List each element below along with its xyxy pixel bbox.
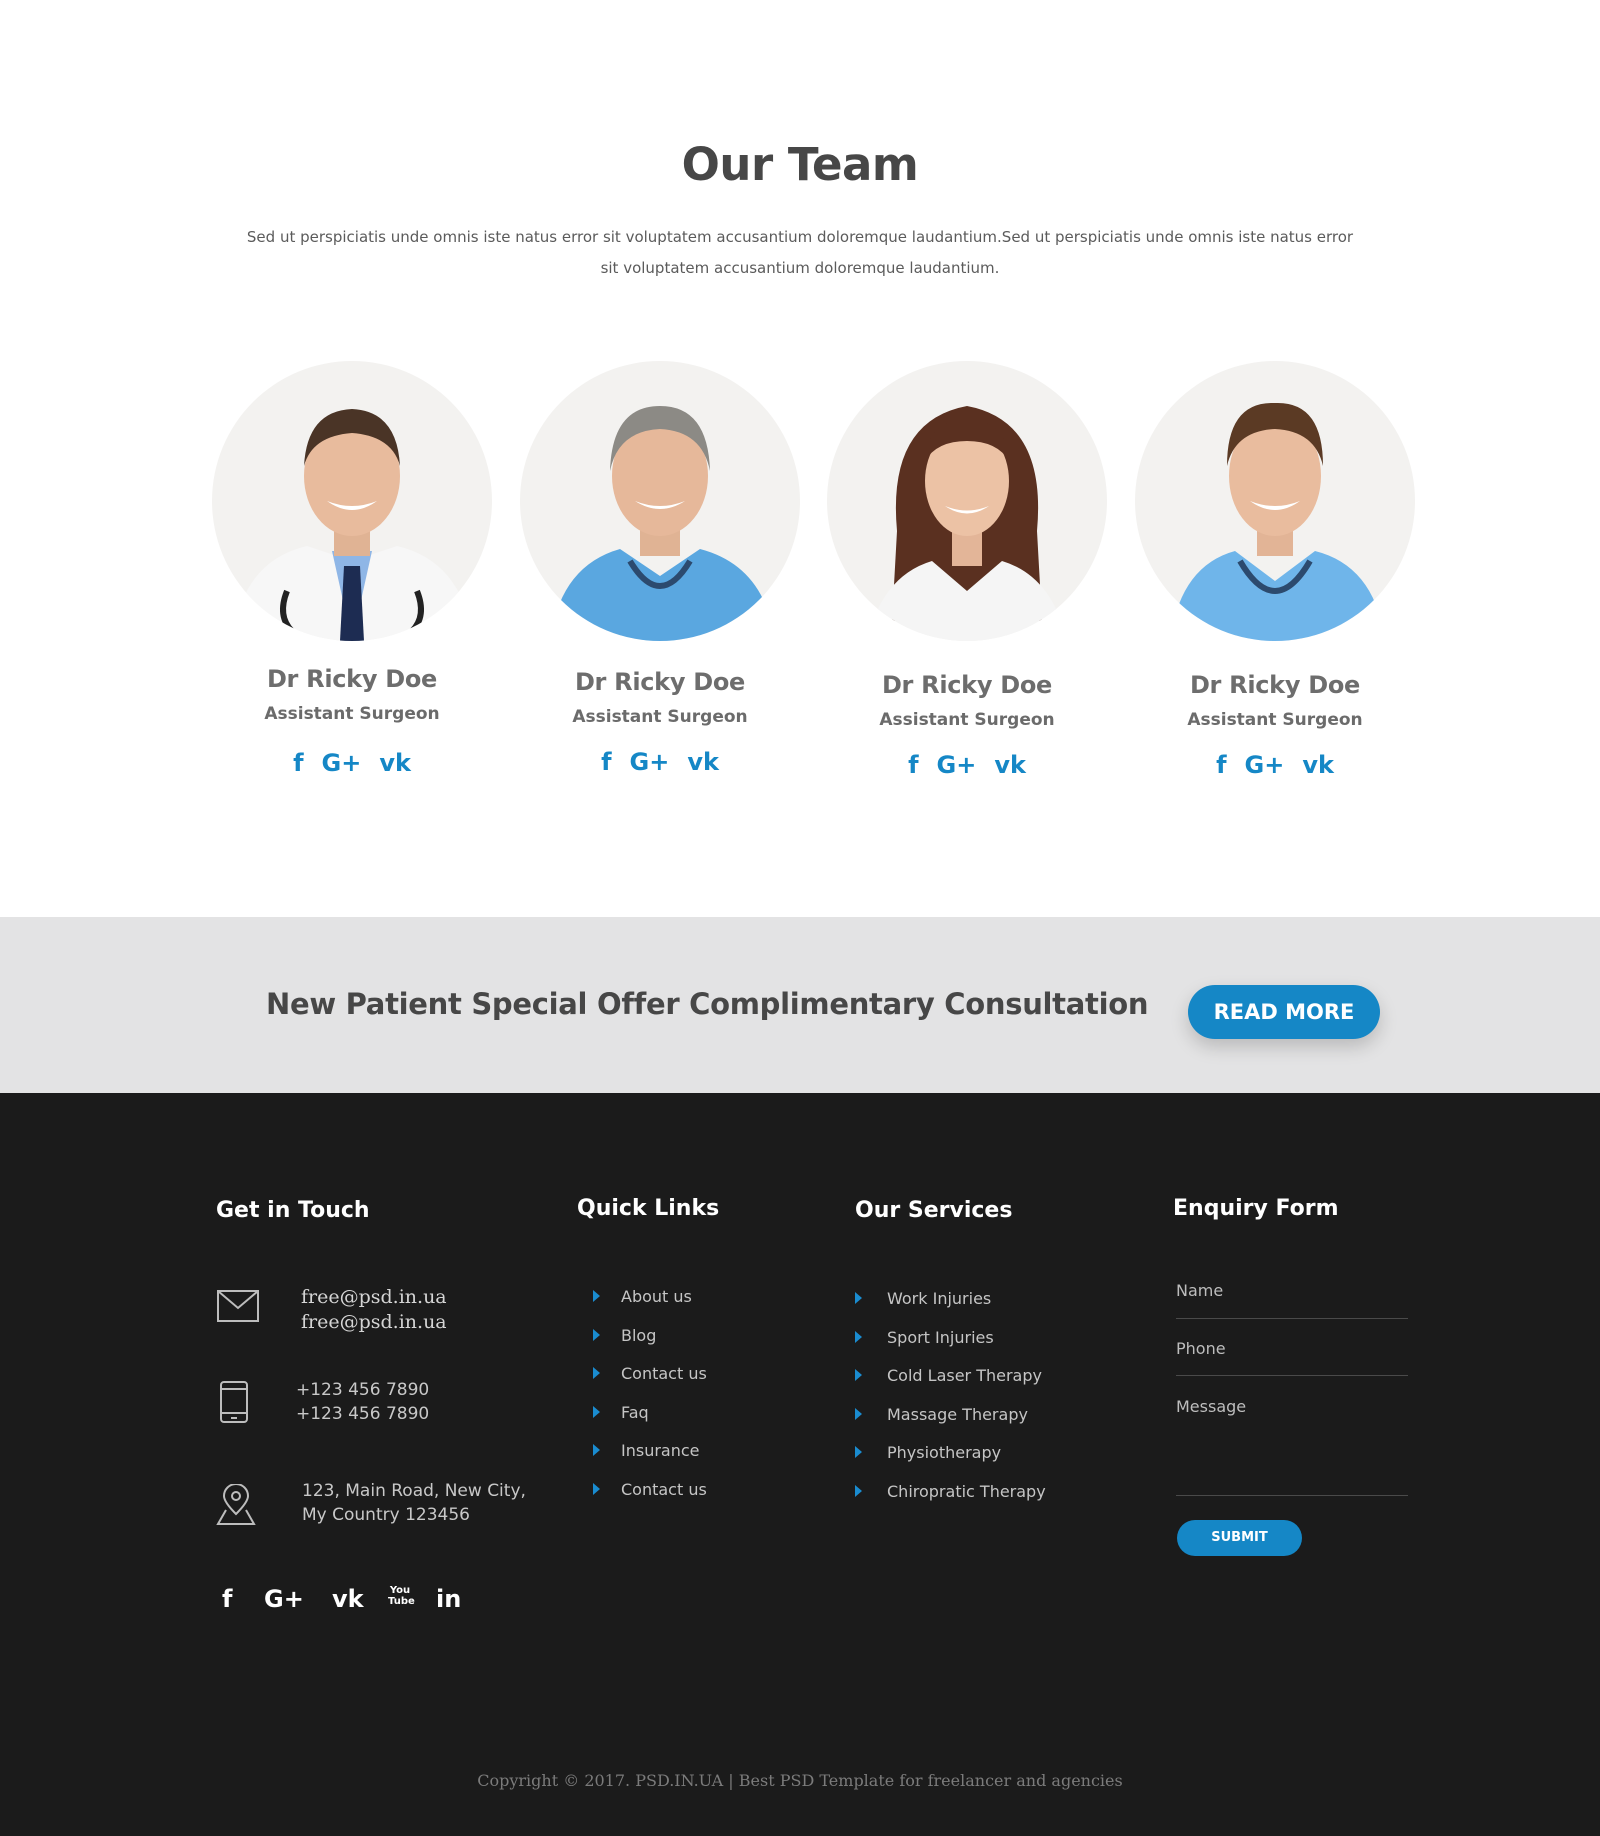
team-member-card: Dr Ricky Doe Assistant Surgeon f G+ vk <box>212 361 492 778</box>
contact-email[interactable]: free@psd.in.ua <box>301 1310 447 1334</box>
team-description: Sed ut perspiciatis unde omnis iste natu… <box>246 228 1354 277</box>
vk-icon[interactable]: vk <box>1302 751 1334 779</box>
member-name: Dr Ricky Doe <box>881 671 1053 699</box>
offer-text: New Patient Special Offer Complimentary … <box>266 987 1149 1021</box>
read-more-button[interactable]: READ MORE <box>1188 985 1380 1039</box>
facebook-icon[interactable]: f <box>601 748 611 776</box>
facebook-icon[interactable]: f <box>908 751 918 779</box>
facebook-icon[interactable]: f <box>1216 751 1226 779</box>
google-plus-icon[interactable]: G+ <box>264 1585 304 1613</box>
google-plus-icon[interactable]: G+ <box>937 751 977 779</box>
envelope-icon <box>217 1290 259 1327</box>
our-services-heading: Our Services <box>855 1198 1013 1223</box>
caret-right-icon <box>593 1444 600 1456</box>
caret-right-icon <box>855 1407 862 1420</box>
caret-right-icon <box>593 1405 600 1418</box>
copyright-text: Copyright © 2017. PSD.IN.UA | Best PSD T… <box>477 1771 1123 1790</box>
caret-right-icon <box>593 1482 600 1495</box>
caret-right-icon <box>855 1484 862 1497</box>
submit-button[interactable]: SUBMIT <box>1177 1520 1302 1556</box>
facebook-icon[interactable]: f <box>222 1585 232 1613</box>
linkedin-icon[interactable]: in <box>436 1585 461 1613</box>
member-social-links: f G+ vk <box>520 747 800 777</box>
mobile-phone-icon <box>220 1381 248 1428</box>
google-plus-icon[interactable]: G+ <box>630 748 670 776</box>
member-role: Assistant Surgeon <box>1187 710 1363 730</box>
name-field[interactable]: Name <box>1176 1281 1408 1319</box>
member-social-links: f G+ vk <box>212 748 492 778</box>
quick-links-heading: Quick Links <box>577 1196 720 1221</box>
member-role: Assistant Surgeon <box>572 707 748 727</box>
member-role: Assistant Surgeon <box>879 710 1055 730</box>
vk-icon[interactable]: vk <box>994 751 1026 779</box>
map-pin-icon <box>216 1483 256 1531</box>
team-title: Our Team <box>681 138 919 191</box>
contact-email[interactable]: free@psd.in.ua <box>301 1285 447 1309</box>
facebook-icon[interactable]: f <box>293 749 303 777</box>
phone-field[interactable]: Phone <box>1176 1339 1408 1376</box>
member-name: Dr Ricky Doe <box>1189 671 1361 699</box>
caret-right-icon <box>855 1446 862 1458</box>
vk-icon[interactable]: vk <box>332 1585 364 1613</box>
offer-banner: New Patient Special Offer Complimentary … <box>0 917 1600 1093</box>
google-plus-icon[interactable]: G+ <box>322 749 362 777</box>
enquiry-form-heading: Enquiry Form <box>1173 1196 1339 1221</box>
member-photo <box>827 361 1107 641</box>
caret-right-icon <box>855 1292 862 1304</box>
contact-phone[interactable]: +123 456 7890 <box>296 1378 429 1402</box>
member-photo <box>212 361 492 641</box>
member-social-links: f G+ vk <box>827 750 1107 780</box>
vk-icon[interactable]: vk <box>379 749 411 777</box>
caret-right-icon <box>855 1330 862 1343</box>
team-member-card: Dr Ricky Doe Assistant Surgeon f G+ vk <box>1135 361 1415 780</box>
message-field[interactable]: Message <box>1176 1397 1408 1496</box>
contact-address-line: My Country 123456 <box>302 1505 470 1525</box>
team-member-card: Dr Ricky Doe Assistant Surgeon f G+ vk <box>827 361 1107 780</box>
team-section: Our Team Sed ut perspiciatis unde omnis … <box>0 0 1600 917</box>
caret-right-icon <box>593 1290 600 1302</box>
caret-right-icon <box>593 1328 600 1341</box>
member-name: Dr Ricky Doe <box>266 665 438 693</box>
youtube-icon[interactable]: You Tube <box>388 1585 415 1607</box>
caret-right-icon <box>855 1369 862 1381</box>
contact-phone[interactable]: +123 456 7890 <box>296 1402 429 1426</box>
member-photo <box>520 361 800 641</box>
caret-right-icon <box>593 1367 600 1379</box>
vk-icon[interactable]: vk <box>687 748 719 776</box>
get-in-touch-heading: Get in Touch <box>216 1198 370 1223</box>
member-social-links: f G+ vk <box>1135 750 1415 780</box>
member-name: Dr Ricky Doe <box>574 668 746 696</box>
contact-address-line: 123, Main Road, New City, <box>302 1481 526 1501</box>
member-photo <box>1135 361 1415 641</box>
team-member-card: Dr Ricky Doe Assistant Surgeon f G+ vk <box>520 361 800 777</box>
google-plus-icon[interactable]: G+ <box>1245 751 1285 779</box>
member-role: Assistant Surgeon <box>264 704 440 724</box>
